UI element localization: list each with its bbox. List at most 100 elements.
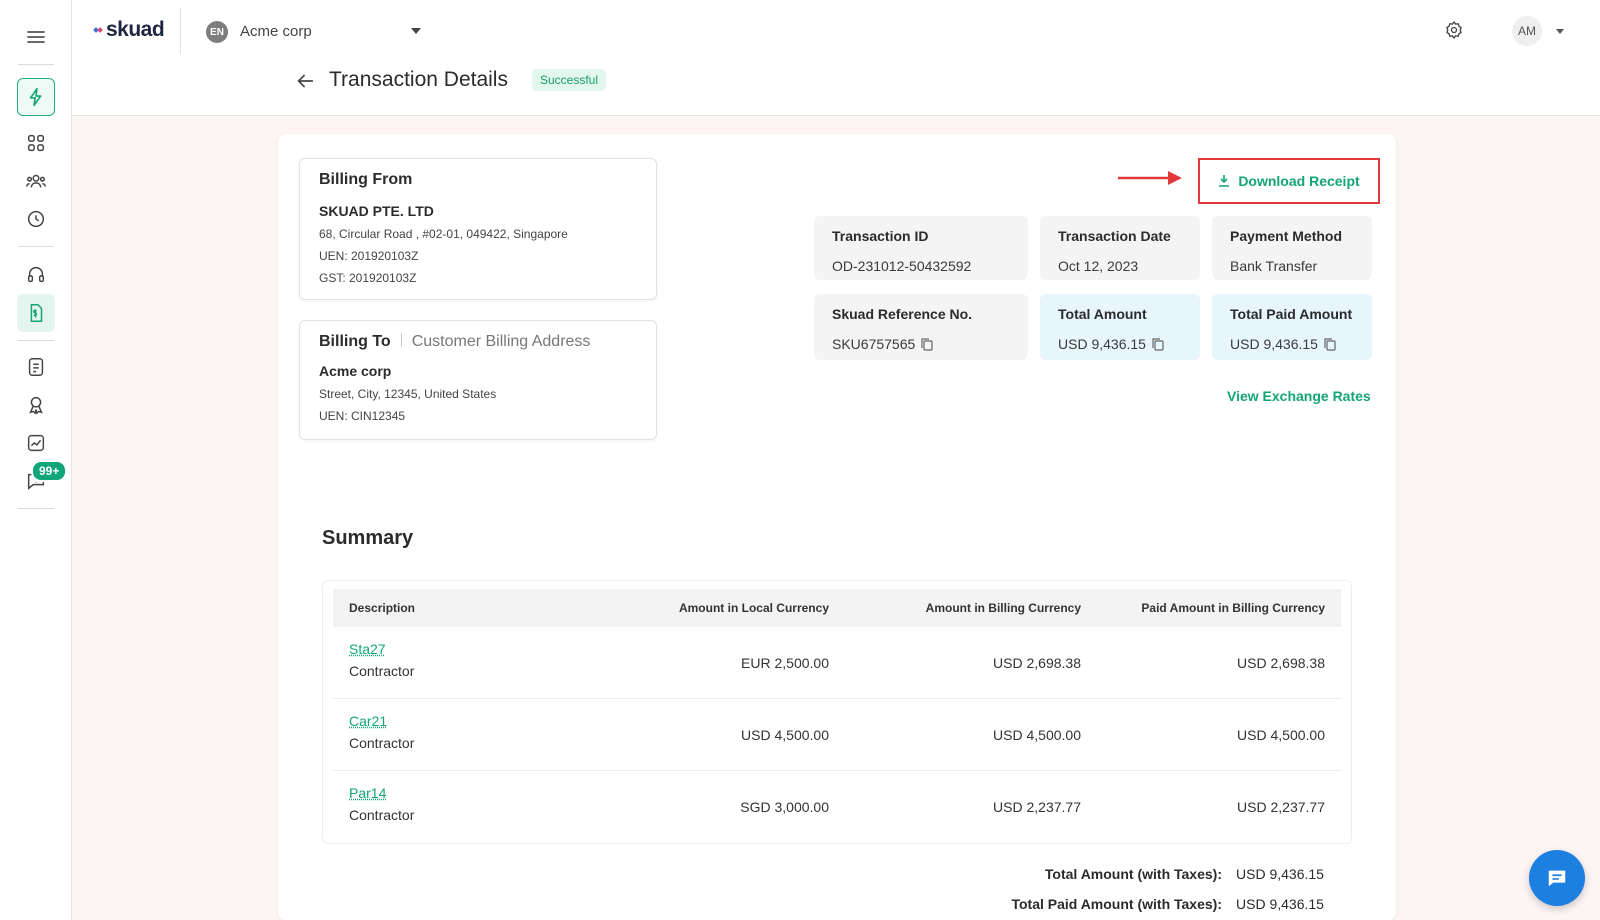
- copy-icon[interactable]: [1152, 337, 1164, 351]
- notification-badge: 99+: [31, 460, 68, 482]
- total-paid-amount-tile: Total Paid Amount USD 9,436.15: [1212, 294, 1372, 360]
- billing-to-heading-row: Billing To Customer Billing Address: [319, 333, 637, 351]
- billing-from-uen: UEN: 201920103Z: [319, 249, 419, 263]
- tile-value: Oct 12, 2023: [1058, 258, 1139, 274]
- tile-label: Transaction ID: [832, 228, 929, 244]
- tile-value: USD 9,436.15: [1058, 336, 1182, 352]
- copy-icon[interactable]: [921, 337, 933, 351]
- billing-from-company: SKUAD PTE. LTD: [319, 203, 434, 219]
- worker-role: Contractor: [349, 663, 415, 679]
- worker-role: Contractor: [349, 735, 415, 751]
- total-paid-amount-label: Total Paid Amount (with Taxes):: [1011, 896, 1222, 912]
- table-row: Par14 Contractor SGD 3,000.00 USD 2,237.…: [333, 771, 1341, 843]
- billing-from-heading: Billing From: [319, 171, 413, 188]
- column-header: Amount in Billing Currency: [925, 601, 1081, 615]
- transaction-date-tile: Transaction Date Oct 12, 2023: [1040, 216, 1200, 280]
- analytics-chart-icon[interactable]: [17, 424, 55, 462]
- chevron-down-icon[interactable]: [411, 28, 421, 34]
- summary-table: Description Amount in Local Currency Amo…: [322, 580, 1352, 844]
- billing-from-gst: GST: 201920103Z: [319, 271, 417, 285]
- team-icon[interactable]: [17, 162, 55, 200]
- org-selector-label[interactable]: Acme corp: [240, 23, 312, 40]
- tile-value: USD 9,436.15: [1230, 336, 1354, 352]
- tile-label: Transaction Date: [1058, 228, 1171, 244]
- billing-to-company: Acme corp: [319, 363, 392, 379]
- chevron-down-icon[interactable]: [1556, 29, 1564, 34]
- payments-dollar-icon[interactable]: [17, 294, 55, 332]
- table-header: Description Amount in Local Currency Amo…: [333, 589, 1341, 627]
- tile-label: Total Amount: [1058, 306, 1147, 322]
- paid-amount: USD 2,698.38: [1237, 655, 1325, 671]
- billing-to-heading: Billing To: [319, 333, 391, 350]
- left-nav-rail: 99+: [0, 0, 72, 920]
- summary-heading: Summary: [322, 527, 414, 549]
- rail-divider: [18, 64, 54, 65]
- tile-label: Skuad Reference No.: [832, 306, 973, 322]
- worker-name-link[interactable]: Par14: [349, 785, 386, 801]
- gear-icon[interactable]: [1444, 20, 1464, 40]
- skuad-logo[interactable]: skuad: [93, 18, 165, 42]
- support-headset-icon[interactable]: [17, 256, 55, 294]
- billing-to-card: Billing To Customer Billing Address Acme …: [299, 320, 657, 440]
- logo-mark-icon: [93, 26, 103, 35]
- column-header: Amount in Local Currency: [678, 601, 829, 615]
- tile-label: Total Paid Amount: [1230, 306, 1353, 322]
- download-receipt-button[interactable]: Download Receipt: [1198, 158, 1380, 204]
- heading-separator: [400, 333, 402, 347]
- header-divider: [180, 8, 181, 54]
- column-header: Description: [349, 601, 416, 615]
- chat-support-button[interactable]: [1529, 850, 1585, 906]
- table-row: Sta27 Contractor EUR 2,500.00 USD 2,698.…: [333, 627, 1341, 699]
- worker-role: Contractor: [349, 807, 415, 823]
- billing-to-address: Street, City, 12345, United States: [319, 387, 497, 401]
- tile-value: OD-231012-50432592: [832, 258, 972, 274]
- menu-icon[interactable]: [24, 25, 48, 49]
- download-receipt-label: Download Receipt: [1238, 173, 1360, 189]
- billing-from-address: 68, Circular Road , #02-01, 049422, Sing…: [319, 227, 568, 241]
- copy-icon[interactable]: [1324, 337, 1336, 351]
- total-amount-tile: Total Amount USD 9,436.15: [1040, 294, 1200, 360]
- billing-from-card: Billing From SKUAD PTE. LTD 68, Circular…: [299, 158, 657, 300]
- total-paid-amount-value: USD 9,436.15: [1236, 896, 1324, 912]
- tile-label: Payment Method: [1230, 228, 1343, 244]
- billing-amount: USD 4,500.00: [993, 727, 1081, 743]
- rail-divider: [18, 340, 54, 341]
- worker-name-link[interactable]: Sta27: [349, 641, 386, 657]
- view-exchange-rates-link[interactable]: View Exchange Rates: [1227, 388, 1371, 404]
- billing-amount: USD 2,698.38: [993, 655, 1081, 671]
- status-badge: Successful: [532, 69, 607, 91]
- worker-name-link[interactable]: Car21: [349, 713, 387, 729]
- paid-amount: USD 2,237.77: [1237, 799, 1325, 815]
- payment-method-tile: Payment Method Bank Transfer: [1212, 216, 1372, 280]
- quick-actions-icon[interactable]: [17, 78, 55, 116]
- table-row: Car21 Contractor USD 4,500.00 USD 4,500.…: [333, 699, 1341, 771]
- local-amount: EUR 2,500.00: [741, 655, 829, 671]
- documents-icon[interactable]: [17, 348, 55, 386]
- user-avatar[interactable]: AM: [1512, 16, 1542, 46]
- back-arrow-icon[interactable]: [294, 70, 316, 92]
- download-icon: [1219, 175, 1230, 187]
- chat-bubble-icon: [1548, 870, 1566, 887]
- transaction-id-tile: Transaction ID OD-231012-50432592: [814, 216, 1028, 280]
- top-header: skuad EN Acme corp AM Transaction Detail…: [72, 0, 1600, 116]
- org-avatar: EN: [206, 21, 228, 43]
- rail-divider: [18, 508, 54, 509]
- total-amount-label: Total Amount (with Taxes):: [1044, 866, 1222, 882]
- benefits-award-icon[interactable]: [17, 386, 55, 424]
- billing-to-uen: UEN: CIN12345: [319, 409, 406, 423]
- billing-amount: USD 2,237.77: [993, 799, 1081, 815]
- tile-value: SKU6757565: [832, 336, 1010, 352]
- total-amount-value: USD 9,436.15: [1236, 866, 1324, 882]
- local-amount: SGD 3,000.00: [740, 799, 829, 815]
- history-clock-icon[interactable]: [17, 200, 55, 238]
- reference-no-tile: Skuad Reference No. SKU6757565: [814, 294, 1028, 360]
- dashboard-grid-icon[interactable]: [17, 124, 55, 162]
- local-amount: USD 4,500.00: [741, 727, 829, 743]
- page-title: Transaction Details: [329, 68, 508, 91]
- column-header: Paid Amount in Billing Currency: [1141, 601, 1325, 615]
- billing-to-subheading: Customer Billing Address: [411, 333, 591, 350]
- annotation-arrow-icon: [1118, 171, 1182, 185]
- tile-value: Bank Transfer: [1230, 258, 1318, 274]
- rail-divider: [18, 246, 54, 247]
- paid-amount: USD 4,500.00: [1237, 727, 1325, 743]
